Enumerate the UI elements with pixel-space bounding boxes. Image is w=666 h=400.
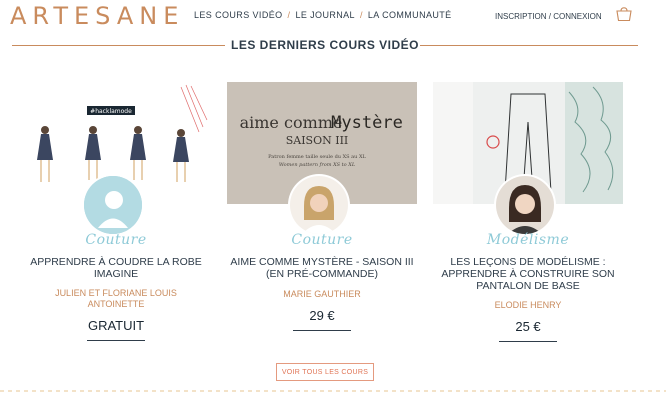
top-navigation: ARTESANE LES COURS VIDÉO / LE JOURNAL / LA C… [0,0,666,30]
course-title-line: IMAGINE [93,268,139,280]
course-author-line: ANTOINETTE [87,299,145,309]
course-author-line: ELODIE HENRY [494,300,562,310]
course-title-line: LES LEÇONS DE MODÉLISME : [450,256,606,268]
course-title-line: APPRENDRE À CONSTRUIRE SON [441,268,615,280]
section-header: LES DERNIERS COURS VIDÉO [12,38,638,54]
course-author: ELODIE HENRY [433,300,623,311]
author-avatar [290,176,348,234]
nav-journal[interactable]: LE JOURNAL [295,10,355,20]
thumb-line1: aime comme [240,113,343,132]
section-rule-right [420,45,638,46]
price-underline [293,330,351,331]
thumb-line1b: Mystère [331,113,403,133]
main-nav: LES COURS VIDÉO / LE JOURNAL / LA COMMUNAUTÉ [194,10,452,20]
course-author-line: MARIE GAUTHIER [283,289,361,299]
author-avatar [496,176,554,234]
course-author-line: JULIEN ET FLORIANE LOUIS [55,288,177,298]
login-link[interactable]: INSCRIPTION / CONNEXION [495,12,602,21]
course-price: 29 € [309,308,335,323]
see-all-courses-button[interactable]: VOIR TOUS LES COURS [276,363,374,381]
nav-separator: / [287,10,291,20]
course-title[interactable]: APPRENDRE À COUDRE LA ROBE IMAGINE [21,256,211,280]
shopping-bag-icon[interactable] [616,7,632,21]
nav-separator: / [359,10,363,20]
course-author: MARIE GAUTHIER [227,289,417,300]
price-underline [499,341,557,342]
thumb-small2: Women pattern from XS to XL [279,162,356,168]
course-title-line: AIME COMME MYSTÈRE - SAISON III [230,256,414,268]
nav-cours-video[interactable]: LES COURS VIDÉO [194,10,283,20]
course-card-pantalon-de-base[interactable]: Modélisme LES LEÇONS DE MODÉLISME : APPR… [433,82,625,352]
course-card-aime-comme-mystere[interactable]: aime comme Mystère SAISON III Patron fem… [227,82,419,352]
course-title-line: PANTALON DE BASE [476,280,580,292]
course-author: JULIEN ET FLORIANE LOUIS ANTOINETTE [21,288,211,310]
course-price: 25 € [515,319,541,334]
course-title[interactable]: LES LEÇONS DE MODÉLISME : APPRENDRE À CO… [433,256,623,292]
course-title[interactable]: AIME COMME MYSTÈRE - SAISON III (EN PRÉ-… [227,256,417,280]
nav-communaute[interactable]: LA COMMUNAUTÉ [368,10,452,20]
author-avatar [84,176,142,234]
course-category: Couture [291,232,353,248]
course-price: GRATUIT [87,318,145,333]
price-underline [87,340,145,341]
course-category: Couture [85,232,147,248]
thumb-line2: SAISON III [286,134,349,147]
site-logo[interactable]: ARTESANE [10,2,184,30]
thumb-hashtag: #hacklamode [90,108,132,115]
course-title-line: APPRENDRE À COUDRE LA ROBE [30,256,202,268]
course-category: Modélisme [486,232,570,248]
thumb-small1: Patron femme taille seule du XS au XL [268,154,366,160]
footer-divider [0,390,666,392]
course-title-line: (EN PRÉ-COMMANDE) [266,268,378,280]
course-card-robe-imagine[interactable]: #hacklamode Couture APPRENDRE À COUDRE L… [21,82,213,352]
